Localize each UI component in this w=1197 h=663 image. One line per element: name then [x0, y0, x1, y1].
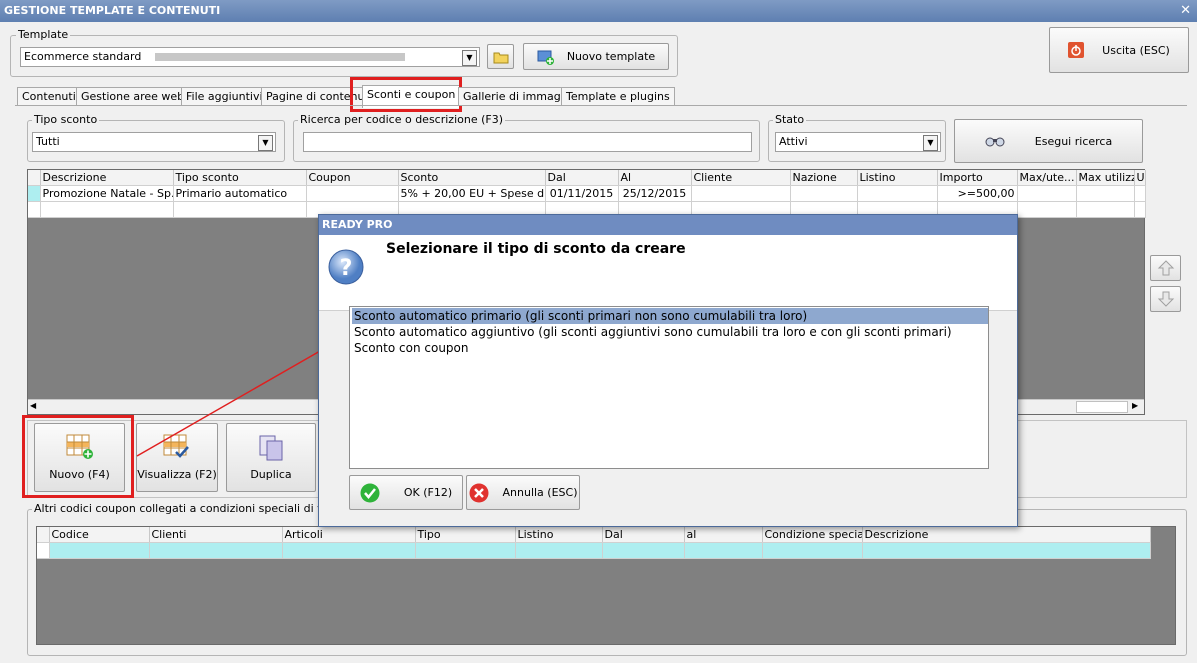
- svg-text:?: ?: [340, 256, 353, 281]
- question-icon: ?: [328, 249, 364, 285]
- ok-button[interactable]: OK (F12): [349, 475, 463, 510]
- dialog-header: ? Selezionare il tipo di sconto da crear…: [319, 235, 1017, 311]
- dialog-title: READY PRO: [319, 215, 1017, 235]
- checkmark-icon: [360, 483, 380, 502]
- cancel-icon: [469, 483, 488, 502]
- list-item[interactable]: Sconto con coupon: [352, 340, 469, 356]
- discount-type-list[interactable]: Sconto automatico primario (gli sconti p…: [349, 306, 989, 469]
- cancel-label: Annulla (ESC): [502, 486, 578, 499]
- ok-label: OK (F12): [403, 486, 453, 499]
- dialog-question: Selezionare il tipo di sconto da creare: [386, 241, 686, 257]
- cancel-button[interactable]: Annulla (ESC): [466, 475, 580, 510]
- discount-type-dialog: READY PRO ? Selezionare il tipo di scont…: [318, 214, 1018, 527]
- list-item[interactable]: Sconto automatico primario (gli sconti p…: [352, 308, 988, 324]
- list-item[interactable]: Sconto automatico aggiuntivo (gli sconti…: [352, 324, 952, 340]
